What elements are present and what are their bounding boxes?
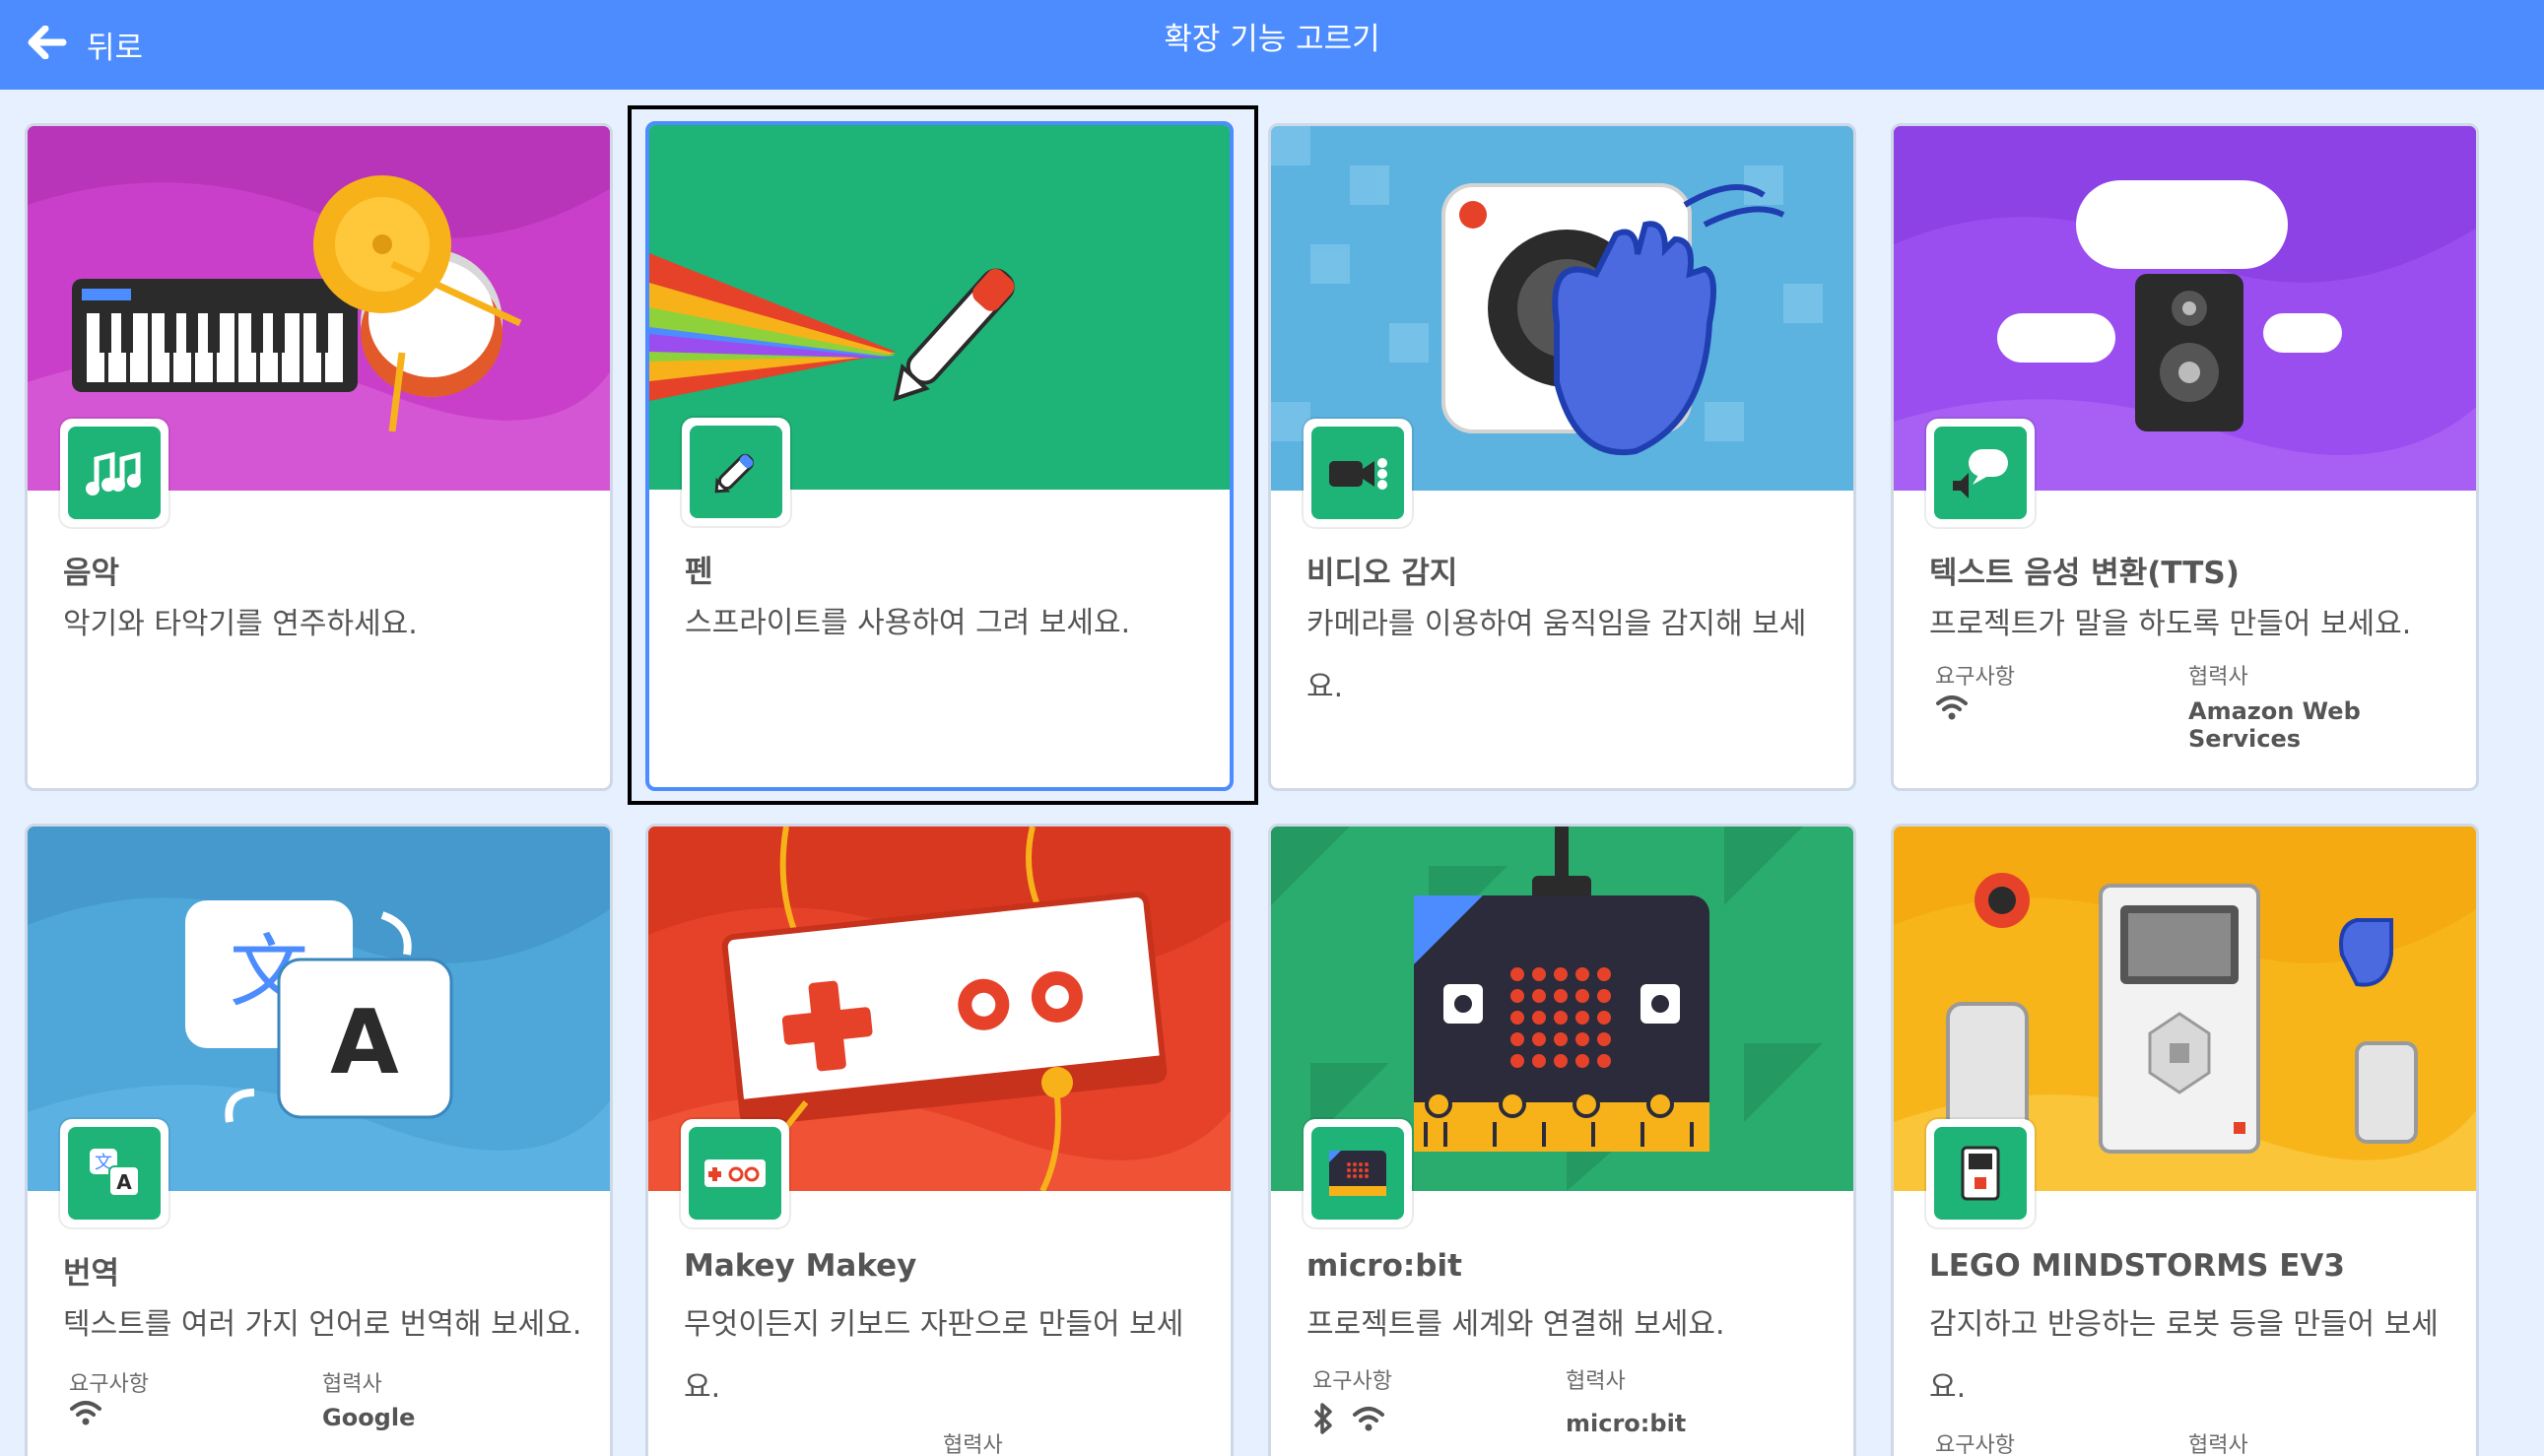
music-notes-icon <box>68 427 161 519</box>
requirements-label: 요구사항 <box>1935 1433 2015 1456</box>
extension-description: 카메라를 이용하여 움직임을 감지해 보세요. <box>1306 607 1807 704</box>
makey-makey-badge <box>681 1119 789 1227</box>
extension-name: LEGO MINDSTORMS EV3 <box>1929 1248 2345 1284</box>
pen-badge <box>682 418 790 526</box>
extension-card-makey-makey[interactable]: Makey Makey 무엇이든지 키보드 자판으로 만들어 보세요. 협력사 <box>645 824 1234 1456</box>
microbit-badge <box>1304 1119 1412 1227</box>
speech-bubble-icon <box>1934 427 2027 519</box>
ev3-badge <box>1926 1119 2035 1227</box>
pen-icon <box>690 426 782 518</box>
microbit-icon <box>1311 1127 1404 1220</box>
collaborator-name: micro:bit <box>1566 1410 1687 1437</box>
extension-name: 번역 <box>63 1256 120 1291</box>
wifi-icon <box>69 1399 102 1430</box>
extension-name: micro:bit <box>1306 1248 1462 1284</box>
extension-description: 감지하고 반응하는 로봇 등을 만들어 보세요. <box>1929 1307 2439 1405</box>
extension-description: 텍스트를 여러 가지 언어로 번역해 보세요. <box>63 1307 582 1342</box>
svg-text:A: A <box>116 1170 132 1194</box>
svg-text:A: A <box>330 991 399 1094</box>
extension-name: 펜 <box>685 555 713 590</box>
requirements-icons <box>1312 1402 1385 1439</box>
wifi-icon <box>1352 1405 1385 1436</box>
translate-icon: 文A <box>68 1127 161 1220</box>
extension-description: 프로젝트가 말을 하도록 만들어 보세요. <box>1929 607 2412 641</box>
music-badge <box>60 419 168 527</box>
extension-card-pen[interactable]: 펜 스프라이트를 사용하여 그려 보세요. <box>645 121 1234 791</box>
collaborator-label: 협력사 <box>1566 1369 1626 1394</box>
extension-description: 스프라이트를 사용하여 그려 보세요. <box>685 606 1131 640</box>
requirements-icons <box>1935 694 1969 725</box>
tts-badge <box>1926 419 2035 527</box>
collaborator-label: 협력사 <box>322 1372 382 1397</box>
extension-description: 무엇이든지 키보드 자판으로 만들어 보세요. <box>684 1307 1184 1405</box>
extension-card-microbit[interactable]: micro:bit 프로젝트를 세계와 연결해 보세요. 요구사항 협력사 mi… <box>1268 824 1856 1456</box>
extension-description: 프로젝트를 세계와 연결해 보세요. <box>1306 1307 1725 1342</box>
extension-card-lego-ev3[interactable]: LEGO MINDSTORMS EV3 감지하고 반응하는 로봇 등을 만들어 … <box>1891 824 2479 1456</box>
video-badge <box>1304 419 1412 527</box>
makey-makey-icon <box>689 1127 781 1220</box>
extension-card-video-sensing[interactable]: 비디오 감지 카메라를 이용하여 움직임을 감지해 보세요. <box>1268 123 1856 791</box>
bluetooth-icon <box>1312 1402 1334 1439</box>
wifi-icon <box>1935 694 1969 725</box>
requirements-label: 요구사항 <box>1935 665 2015 690</box>
collaborator-label: 협력사 <box>943 1433 1003 1456</box>
extension-card-text-to-speech[interactable]: 텍스트 음성 변환(TTS) 프로젝트가 말을 하도록 만들어 보세요. 요구사… <box>1891 123 2479 791</box>
requirements-label: 요구사항 <box>69 1372 149 1397</box>
collaborator-label: 협력사 <box>2188 1433 2248 1456</box>
requirements-icons <box>69 1399 102 1430</box>
extension-description: 악기와 타악기를 연주하세요. <box>63 607 418 641</box>
collaborator-name: Google <box>322 1404 416 1431</box>
collaborator-name: Amazon Web Services <box>2188 697 2361 753</box>
translate-badge: 文A <box>60 1119 168 1227</box>
video-camera-icon <box>1311 427 1404 519</box>
extension-card-translate[interactable]: 文 A 文A 번역 텍스트를 여러 가지 언어로 번역해 보세요. 요구사항 협… <box>25 824 613 1456</box>
extension-name: 텍스트 음성 변환(TTS) <box>1929 556 2240 591</box>
requirements-label: 요구사항 <box>1312 1369 1392 1394</box>
extension-name: Makey Makey <box>684 1248 917 1284</box>
ev3-brick-icon <box>1934 1127 2027 1220</box>
collaborator-label: 협력사 <box>2188 665 2248 690</box>
extension-name: 음악 <box>63 556 120 591</box>
header-bar: 뒤로 확장 기능 고르기 <box>0 0 2544 90</box>
extension-name: 비디오 감지 <box>1306 556 1458 591</box>
extension-card-music[interactable]: 음악 악기와 타악기를 연주하세요. <box>25 123 613 791</box>
page-title: 확장 기능 고르기 <box>1164 22 1380 57</box>
